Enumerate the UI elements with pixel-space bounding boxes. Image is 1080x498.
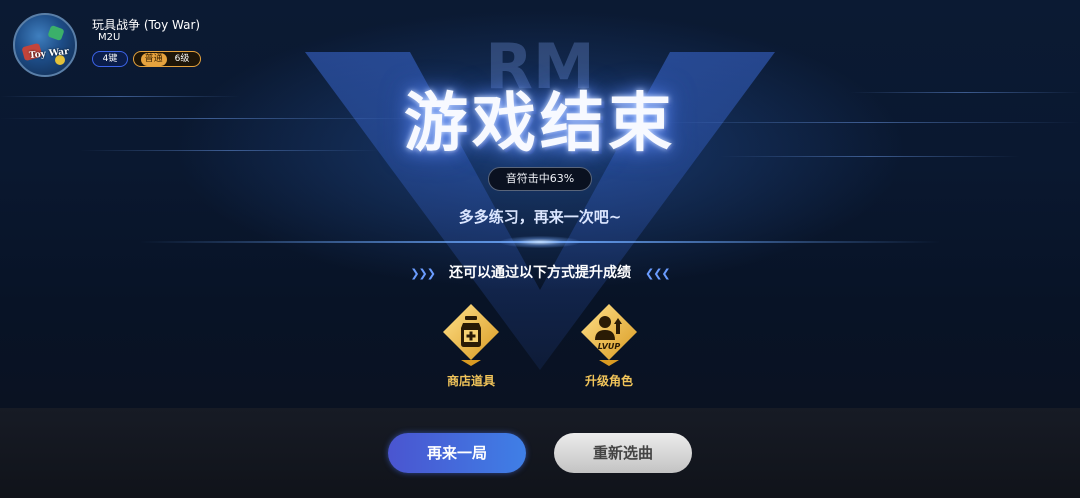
level-up-label: 升级角色	[584, 374, 633, 388]
difficulty-label: 普通	[140, 53, 167, 66]
shop-items-tip[interactable]: 商店道具	[431, 300, 511, 390]
chevrons-right-icon: ❯❯❯	[410, 267, 436, 280]
retry-button[interactable]: 再来一局	[388, 433, 526, 473]
tips-heading-text: 还可以通过以下方式提升成绩	[449, 265, 631, 281]
song-title: 玩具战争 (Toy War)	[92, 18, 201, 32]
song-info-panel: Toy War 玩具战争 (Toy War) M2U 4键 普通 6级	[8, 10, 208, 80]
bottom-action-bar	[0, 408, 1080, 498]
game-over-title: 游戏结束	[404, 87, 676, 161]
hit-rate-badge: 音符击中63%	[488, 167, 592, 191]
song-cover-art: Toy War	[13, 13, 77, 77]
reselect-song-button[interactable]: 重新选曲	[554, 433, 692, 473]
difficulty-badge: 普通 6级	[133, 51, 201, 67]
difficulty-level: 6级	[174, 54, 190, 64]
level-up-icon: LVUP	[581, 304, 637, 366]
chevrons-left-icon: ❮❮❮	[645, 267, 671, 280]
potion-bottle-icon	[443, 304, 499, 366]
encouragement-message: 多多练习，再来一次吧~	[458, 208, 622, 226]
shop-items-label: 商店道具	[446, 374, 495, 388]
tips-heading: ❯❯❯ 还可以通过以下方式提升成绩 ❮❮❮	[0, 262, 1080, 282]
song-artist: M2U	[98, 32, 121, 43]
divider-glow	[500, 236, 580, 248]
level-up-tip[interactable]: LVUP 升级角色	[569, 300, 649, 390]
keys-badge: 4键	[92, 51, 128, 67]
svg-text:LVUP: LVUP	[598, 342, 621, 351]
